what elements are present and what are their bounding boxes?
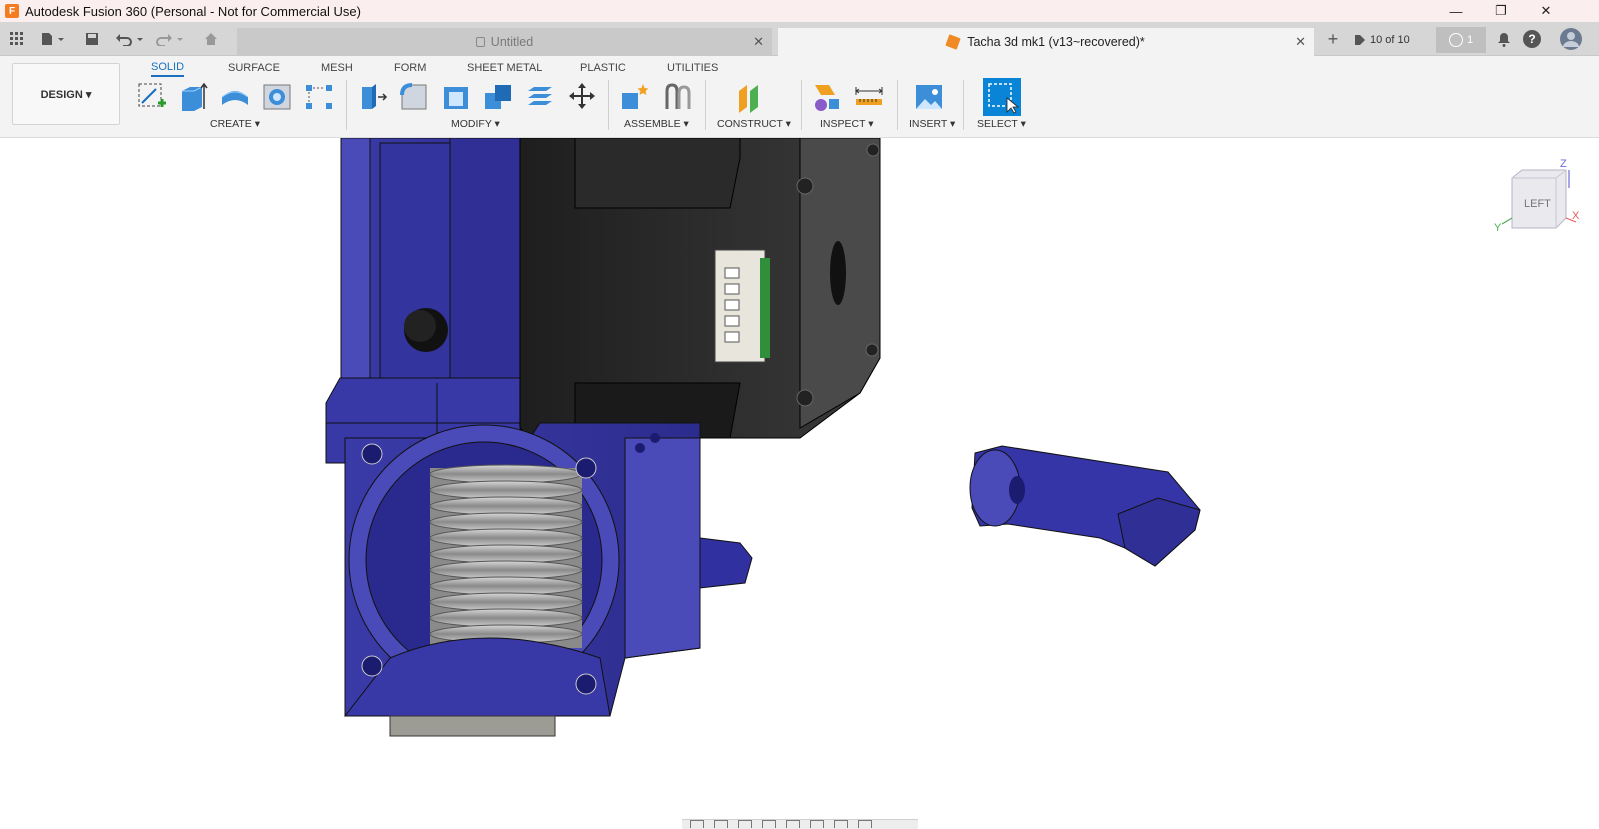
create-menu[interactable]: CREATE ▾ [210, 118, 260, 130]
toolbar-divider [705, 80, 706, 130]
create-sketch-icon[interactable] [135, 80, 169, 114]
toolbar-divider [801, 80, 802, 130]
tab-form[interactable]: FORM [394, 59, 426, 77]
axis-y-label: Y [1494, 222, 1502, 234]
tab-untitled[interactable]: Untitled ✕ [237, 28, 772, 56]
tab-label: Tacha 3d mk1 (v13~recovered)* [967, 35, 1145, 49]
design-toolbar: DESIGN ▾ SOLID SURFACE MESH FORM SHEET M… [0, 56, 1599, 138]
view-cube[interactable]: LEFT Z X Y [1494, 158, 1584, 238]
home-icon[interactable] [200, 29, 222, 49]
close-tab-icon[interactable]: ✕ [753, 34, 764, 50]
fit-icon[interactable] [786, 820, 800, 828]
axis-x-label: X [1572, 210, 1580, 222]
insert-menu[interactable]: INSERT ▾ [909, 118, 955, 130]
app-grid-icon[interactable] [8, 29, 26, 49]
fusion-app-icon: F [5, 4, 19, 18]
construct-menu[interactable]: CONSTRUCT ▾ [717, 118, 791, 130]
undo-icon[interactable] [114, 29, 146, 49]
move-copy-icon[interactable] [565, 80, 599, 114]
workspace-switcher[interactable]: DESIGN ▾ [12, 63, 120, 125]
title-bar: F Autodesk Fusion 360 (Personal - Not fo… [0, 0, 1599, 22]
revolve-icon[interactable] [218, 80, 252, 114]
select-menu[interactable]: SELECT ▾ [977, 118, 1026, 130]
offset-face-icon[interactable] [523, 80, 557, 114]
tab-label: Untitled [490, 35, 534, 49]
file-menu-icon[interactable] [38, 29, 68, 49]
3d-viewport[interactable]: LEFT Z X Y [0, 138, 1599, 829]
toolbar-divider [608, 80, 609, 130]
new-component-icon[interactable] [618, 80, 652, 114]
press-pull-icon[interactable] [355, 80, 389, 114]
tab-mesh[interactable]: MESH [321, 59, 353, 77]
design-cube-icon [945, 34, 961, 50]
new-tab-button[interactable]: + [1322, 29, 1344, 49]
navigation-bar [682, 819, 918, 829]
offset-plane-icon[interactable] [735, 80, 769, 114]
job-count: 1 [1466, 34, 1474, 46]
job-status-button[interactable]: 1 [1436, 27, 1486, 53]
toolbar-divider [346, 80, 347, 130]
select-icon[interactable] [983, 78, 1021, 116]
clock-icon [1448, 33, 1463, 47]
user-avatar[interactable] [1558, 28, 1584, 50]
extruder-mount-part[interactable] [325, 138, 541, 464]
close-window-button[interactable]: ✕ [1524, 0, 1568, 22]
extrude-icon[interactable] [177, 80, 211, 114]
close-tab-icon[interactable]: ✕ [1295, 34, 1306, 50]
axis-z-label: Z [1560, 158, 1567, 170]
minimize-button[interactable]: — [1434, 0, 1478, 22]
tab-tacha-3d-mk1[interactable]: Tacha 3d mk1 (v13~recovered)* ✕ [778, 28, 1314, 56]
redo-icon[interactable] [154, 29, 186, 49]
tab-solid[interactable]: SOLID [151, 59, 185, 77]
version-icon [1355, 35, 1365, 45]
toolbar-divider [963, 80, 964, 130]
viewports-icon[interactable] [858, 820, 872, 828]
orbit-icon[interactable] [690, 820, 704, 828]
display-component-colors-icon[interactable] [810, 80, 844, 114]
help-icon[interactable]: ? [1522, 29, 1542, 49]
tab-surface[interactable]: SURFACE [228, 59, 280, 77]
look-at-icon[interactable] [714, 820, 728, 828]
leadscrew-threads [429, 464, 583, 644]
fillet-icon[interactable] [397, 80, 431, 114]
pan-icon[interactable] [738, 820, 752, 828]
inspect-menu[interactable]: INSPECT ▾ [820, 118, 874, 130]
save-icon[interactable] [82, 29, 102, 49]
version-label: 10 of 10 [1370, 34, 1410, 46]
joint-icon[interactable] [660, 80, 694, 114]
restore-button[interactable]: ❐ [1479, 0, 1523, 22]
version-indicator[interactable]: 10 of 10 [1354, 29, 1410, 51]
grid-settings-icon[interactable] [834, 820, 848, 828]
measure-icon[interactable] [852, 80, 886, 114]
document-tab-bar: Untitled ✕ Tacha 3d mk1 (v13~recovered)*… [0, 22, 1599, 56]
assemble-menu[interactable]: ASSEMBLE ▾ [624, 118, 689, 130]
leadscrew-housing[interactable] [343, 422, 753, 737]
lock-icon [475, 37, 485, 47]
combine-icon[interactable] [481, 80, 515, 114]
pattern-icon[interactable] [302, 80, 336, 114]
window-title: Autodesk Fusion 360 (Personal - Not for … [25, 3, 361, 19]
hole-icon[interactable] [260, 80, 294, 114]
zoom-icon[interactable] [762, 820, 776, 828]
stepper-motor[interactable] [519, 138, 881, 439]
notifications-bell-icon[interactable] [1494, 29, 1514, 49]
viewcube-face-label[interactable]: LEFT [1524, 198, 1551, 210]
tab-sheet-metal[interactable]: SHEET METAL [467, 59, 542, 77]
insert-image-icon[interactable] [912, 80, 946, 114]
shell-icon[interactable] [439, 80, 473, 114]
model-canvas[interactable] [0, 138, 1599, 829]
tab-utilities[interactable]: UTILITIES [667, 59, 718, 77]
display-settings-icon[interactable] [810, 820, 824, 828]
detached-bracket-part[interactable] [969, 445, 1201, 567]
toolbar-divider [897, 80, 898, 130]
tab-plastic[interactable]: PLASTIC [580, 59, 626, 77]
modify-menu[interactable]: MODIFY ▾ [451, 118, 500, 130]
